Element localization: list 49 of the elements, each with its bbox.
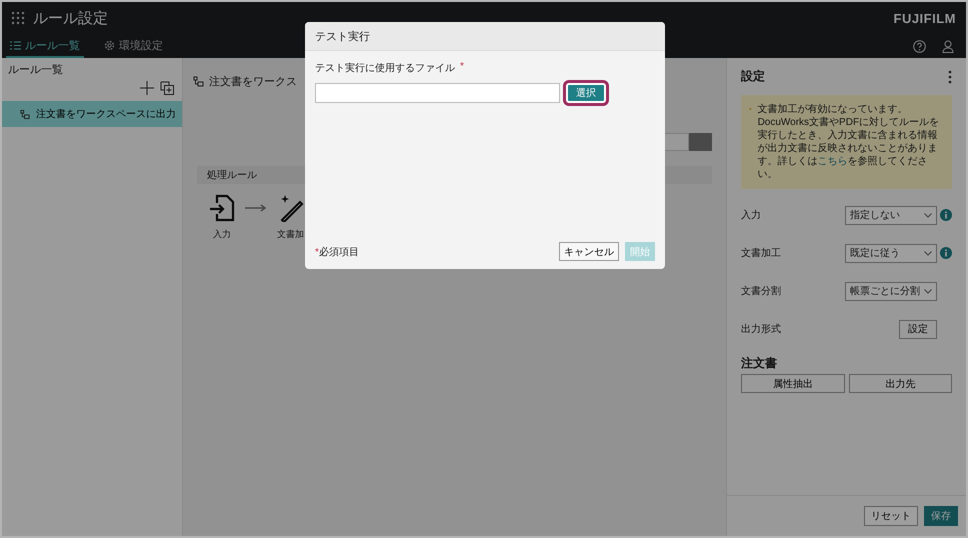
group-button[interactable]: 属性抽出: [741, 374, 844, 393]
step-label: 文書加: [277, 228, 304, 241]
setting-label: 文書分割: [741, 284, 782, 298]
required-mark: *: [460, 61, 464, 74]
info-icon[interactable]: [940, 247, 952, 259]
rule-list-item[interactable]: 注文書をワークスペースに出力: [2, 101, 182, 127]
rule-icon: [193, 76, 204, 87]
info-icon[interactable]: [940, 209, 952, 221]
add-icon[interactable]: [140, 81, 154, 95]
brand-logo: FUJIFILM: [894, 10, 956, 26]
rule-icon: [20, 108, 30, 120]
view-toggle[interactable]: [664, 133, 712, 151]
list-icon: [10, 41, 21, 50]
app-title: ルール設定: [33, 8, 108, 28]
setting-label: 入力: [741, 208, 762, 222]
required-note: *必須項目: [315, 246, 360, 258]
settings-button[interactable]: 設定: [899, 320, 937, 338]
user-icon[interactable]: [942, 40, 954, 53]
settings-icon: [104, 40, 115, 51]
sidebar-title: ルール一覧: [7, 63, 64, 78]
dropdown[interactable]: 既定に従う: [845, 244, 937, 262]
chevron-down-icon: [924, 212, 932, 218]
arrow-icon: [245, 204, 267, 212]
setting-label: 文書加工: [741, 246, 782, 260]
group-button[interactable]: 出力先: [848, 374, 952, 393]
nav-tab[interactable]: 環境設定: [100, 38, 167, 58]
group-title: 注文書: [741, 355, 778, 372]
dropdown[interactable]: 指定しない: [845, 206, 937, 224]
save-button[interactable]: 保存: [924, 506, 958, 526]
chevron-down-icon: [924, 288, 932, 294]
dialog-title: テスト実行: [305, 22, 665, 51]
field-label: テスト実行に使用するファイル: [315, 62, 455, 75]
panel-title: 設定: [741, 68, 765, 85]
more-icon[interactable]: [948, 70, 952, 84]
dropdown[interactable]: 帳票ごとに分割: [845, 282, 937, 300]
help-icon[interactable]: [913, 40, 926, 53]
rule-title: 注文書をワークス: [209, 74, 297, 89]
file-input-field[interactable]: [315, 83, 560, 103]
app-grid-icon[interactable]: [12, 12, 25, 24]
reset-button[interactable]: リセット: [864, 506, 918, 526]
file-import-icon: [209, 194, 235, 222]
cancel-button[interactable]: キャンセル: [559, 242, 619, 261]
help-link[interactable]: こちら: [818, 156, 848, 167]
step-label: 入力: [213, 228, 231, 241]
setting-label: 出力形式: [741, 322, 782, 336]
chevron-down-icon: [924, 250, 932, 256]
warning-message: 文書加工が有効になっています。DocuWorks文書やPDFに対してルールを実行したとき、入力文書に含まれる情報が出力文書に反映されないことがあります。詳しくはこちら を参照してください。: [758, 103, 940, 181]
copy-add-icon[interactable]: [160, 81, 174, 95]
select-button[interactable]: 選択: [566, 83, 606, 103]
